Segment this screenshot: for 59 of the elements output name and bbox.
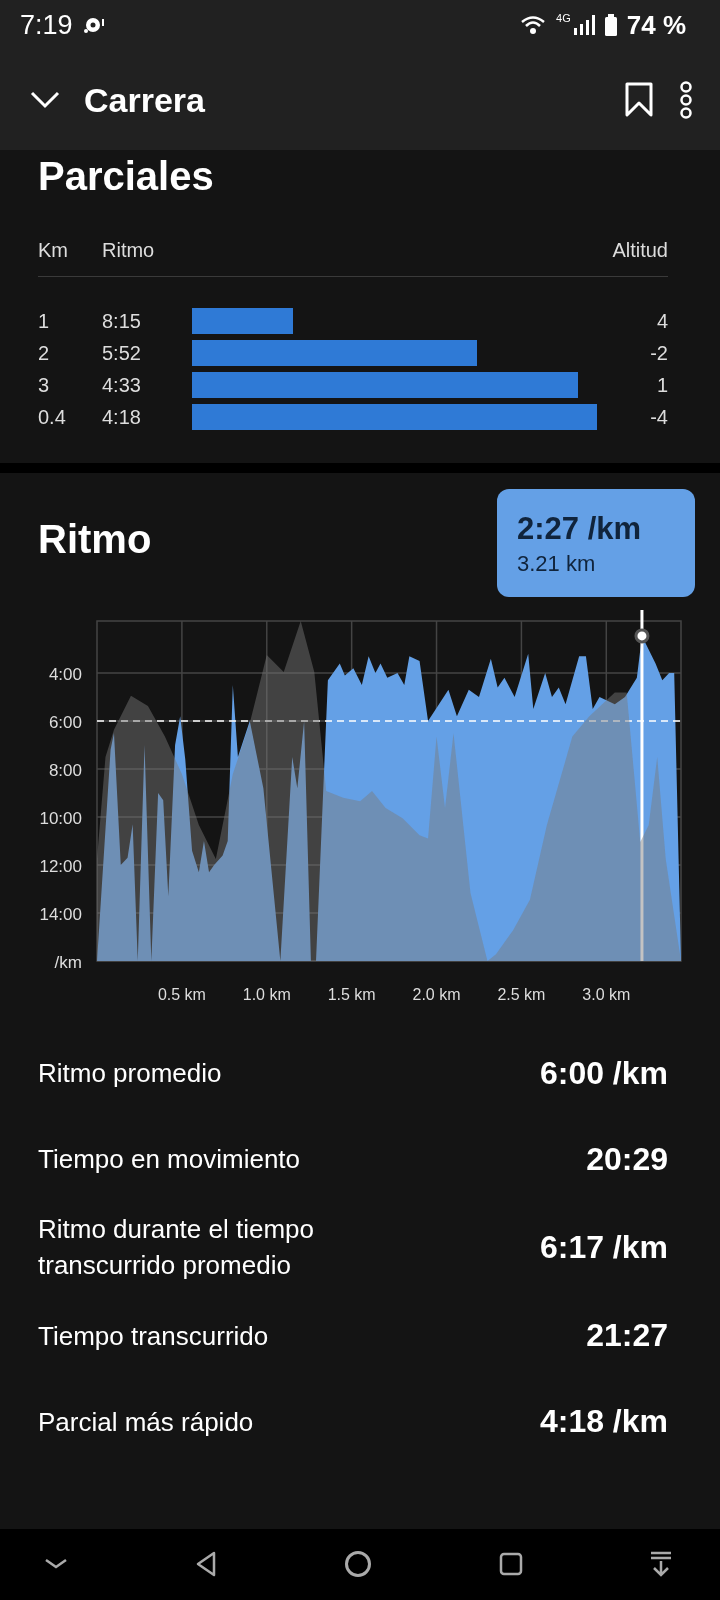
stat-label: Ritmo durante el tiempo transcurrido promedio xyxy=(38,1213,316,1283)
tooltip-distance: 3.21 km xyxy=(517,551,597,577)
y-axis-label: 6:00 xyxy=(48,713,82,733)
notification-icon xyxy=(82,15,105,35)
expand-panel-icon[interactable] xyxy=(650,1551,672,1578)
back-icon[interactable] xyxy=(195,1551,217,1578)
elevation-cell-text: 4 xyxy=(655,309,668,333)
pace-cell-text: 5:52 xyxy=(102,341,142,365)
battery-icon xyxy=(604,14,617,36)
km-cell-text: 0.4 xyxy=(38,405,67,429)
stat-value: 6:00 /km xyxy=(539,1054,668,1092)
column-header: Ritmo xyxy=(102,239,156,262)
pace-cell-text: 4:33 xyxy=(102,373,142,397)
x-axis-label: 2.0 km xyxy=(412,986,461,1003)
x-axis-label: 2.5 km xyxy=(497,986,546,1003)
stat-label: Ritmo promedio xyxy=(38,1056,222,1090)
clock: 7:19 xyxy=(20,9,73,41)
column-header: Km xyxy=(38,239,69,262)
y-axis-label: /km xyxy=(54,953,82,972)
pace-cell-text: 4:18 xyxy=(102,405,142,429)
km-cell-text: 1 xyxy=(38,309,51,333)
section-title: Parciales xyxy=(38,154,214,199)
page-title: Carrera xyxy=(84,80,206,120)
stat-value: 6:17 /km xyxy=(539,1228,668,1266)
more-options-icon[interactable] xyxy=(678,81,694,119)
y-axis-label: 8:00 xyxy=(48,761,82,781)
elevation-cell-text: -2 xyxy=(649,341,668,365)
column-header: Altitud xyxy=(612,239,668,262)
stat-value: 20:29 xyxy=(586,1140,668,1178)
wifi-icon xyxy=(520,14,547,36)
collapse-chevron-icon[interactable] xyxy=(30,91,60,109)
y-axis-label: 12:00 xyxy=(39,857,82,876)
y-axis-label: 14:00 xyxy=(39,905,82,924)
bookmark-icon[interactable] xyxy=(624,82,654,118)
elevation-cell-text: 1 xyxy=(655,373,668,397)
stat-value: 4:18 /km xyxy=(539,1403,668,1441)
network-type: 4G xyxy=(556,12,571,24)
section-title: Ritmo xyxy=(38,517,152,562)
x-axis-label: 1.5 km xyxy=(327,986,376,1003)
stat-label: Tiempo en movimiento xyxy=(38,1142,301,1176)
cursor-line[interactable] xyxy=(634,610,650,961)
km-cell-text: 3 xyxy=(38,373,51,397)
y-axis-label: 4:00 xyxy=(48,665,82,685)
x-axis-label: 1.0 km xyxy=(242,986,291,1003)
chevron-down-icon[interactable] xyxy=(44,1558,68,1571)
km-cell-text: 2 xyxy=(38,341,51,365)
battery-level: 74 % xyxy=(626,9,686,41)
stat-label: Tiempo transcurrido xyxy=(38,1319,269,1353)
x-axis-label: 3.0 km xyxy=(582,986,631,1003)
recents-icon[interactable] xyxy=(499,1552,523,1577)
stat-label: Parcial más rápido xyxy=(38,1405,254,1439)
pace-cell-text: 8:15 xyxy=(102,309,142,333)
signal-icon xyxy=(572,14,595,36)
tooltip-pace: 2:27 /km xyxy=(517,511,643,547)
stat-value: 21:27 xyxy=(586,1317,668,1355)
x-axis-label: 0.5 km xyxy=(157,986,206,1003)
y-axis-label: 10:00 xyxy=(39,809,82,829)
elevation-cell-text: -4 xyxy=(649,405,668,429)
home-icon[interactable] xyxy=(344,1550,372,1579)
